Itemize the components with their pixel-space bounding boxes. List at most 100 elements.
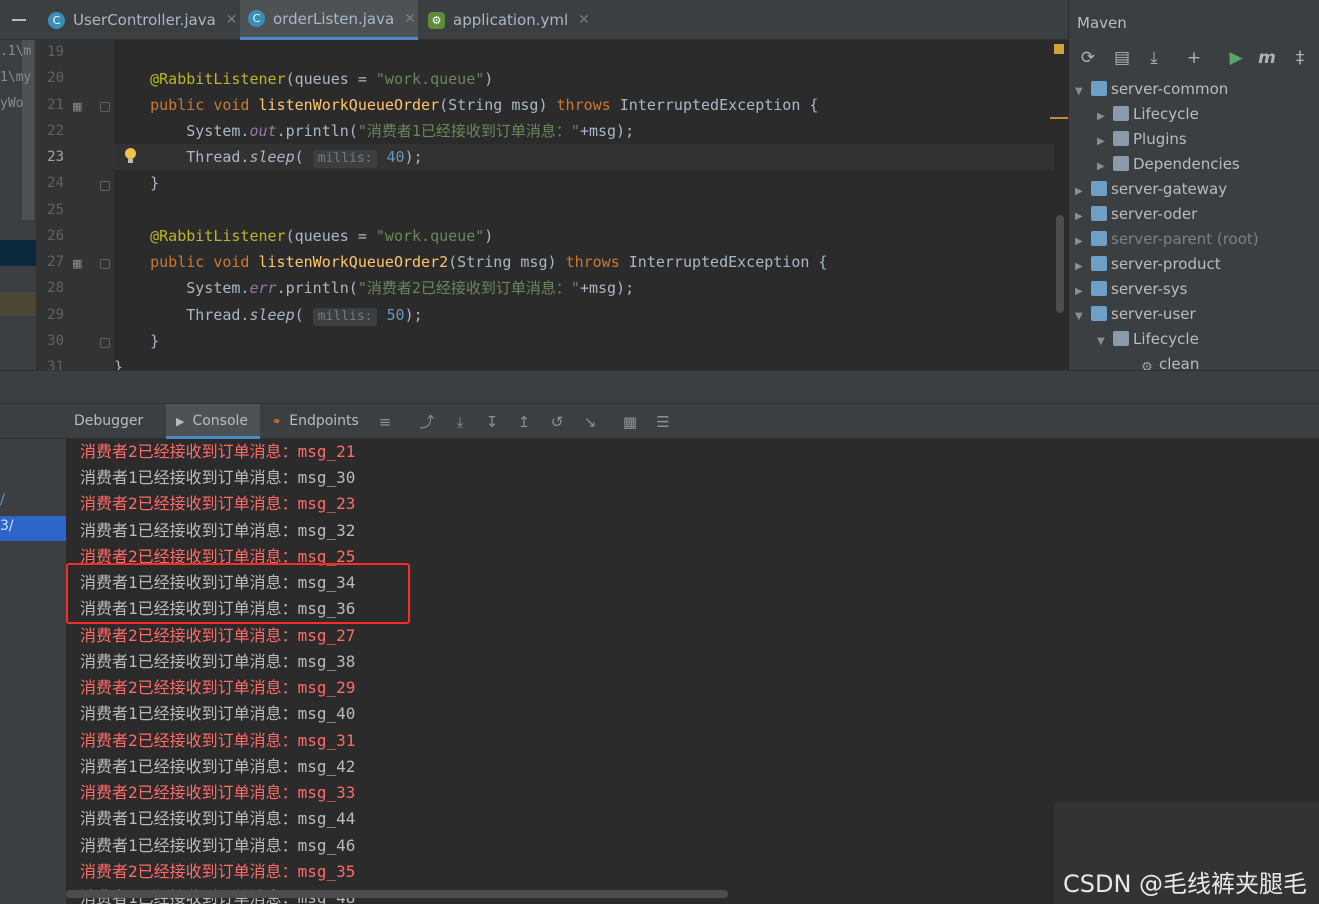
maven-node-server-sys[interactable]: ▶ server-sys: [1075, 277, 1187, 302]
console-line: 消费者1已经接收到订单消息：msg_44: [80, 809, 356, 828]
maven-node-server-oder[interactable]: ▶ server-oder: [1075, 202, 1197, 227]
close-icon[interactable]: ✕: [404, 11, 416, 27]
string-literal: "work.queue": [375, 70, 485, 88]
console-output[interactable]: 消费者2已经接收到订单消息：msg_21 消费者1已经接收到订单消息：msg_3…: [66, 439, 1054, 904]
close-icon[interactable]: ✕: [226, 12, 238, 28]
node-label: server-common: [1111, 80, 1229, 98]
run-icon[interactable]: ▶: [1225, 46, 1247, 70]
code-line-23: Thread.sleep( millis: 40);: [114, 144, 1054, 170]
tab-label: UserController.java: [73, 11, 216, 29]
frame-fragment[interactable]: 3/: [0, 518, 14, 534]
keyword: public: [150, 253, 205, 271]
rabbit-listener-gutter-icon[interactable]: ▦: [72, 100, 82, 113]
line-number: 20: [47, 70, 64, 86]
keyword: throws: [556, 96, 611, 114]
toggle-offline-icon[interactable]: ‡: [1289, 46, 1311, 70]
frame-fragment[interactable]: /: [0, 492, 5, 508]
line-number: 29: [47, 307, 64, 323]
maven-node-clean[interactable]: ⚙ clean: [1139, 352, 1199, 370]
collapse-arrow-icon[interactable]: ▶: [1075, 204, 1091, 229]
tab-endpoints[interactable]: ⚭ Endpoints: [272, 404, 372, 439]
step-into-icon[interactable]: ↧: [481, 411, 503, 433]
maven-node-lifecycle[interactable]: ▶ Lifecycle: [1097, 102, 1199, 127]
minimize-icon[interactable]: [0, 0, 38, 40]
maven-node-server-gateway[interactable]: ▶ server-gateway: [1075, 177, 1227, 202]
node-label: Lifecycle: [1133, 330, 1199, 348]
lightbulb-icon[interactable]: [124, 148, 136, 164]
collapse-arrow-icon[interactable]: ▶: [1097, 154, 1113, 179]
expand-arrow-icon[interactable]: ▼: [1075, 79, 1091, 104]
download-icon[interactable]: ⤓: [1143, 46, 1165, 70]
maven-node-server-user[interactable]: ▼ server-user: [1075, 302, 1196, 327]
tab-application-yml[interactable]: ⚙ application.yml ✕: [420, 0, 592, 40]
menu-icon[interactable]: ≡: [374, 411, 396, 433]
editor-scrollbar[interactable]: [1050, 40, 1068, 370]
close-icon[interactable]: ✕: [578, 12, 590, 28]
add-icon[interactable]: +: [1183, 46, 1205, 70]
tree-fragment[interactable]: .1\m: [0, 44, 36, 59]
scrollbar-thumb[interactable]: [1056, 215, 1064, 313]
step-over-icon[interactable]: ⤓: [449, 411, 471, 433]
expand-arrow-icon[interactable]: ▼: [1097, 329, 1113, 354]
tree-fragment[interactable]: 1\my: [0, 70, 36, 85]
tab-debugger[interactable]: Debugger: [74, 404, 164, 439]
fold-icon[interactable]: [100, 338, 110, 348]
param-hint: millis:: [312, 150, 378, 168]
project-scrollbar[interactable]: [22, 40, 34, 220]
generate-sources-icon[interactable]: ▤: [1111, 46, 1133, 70]
plugins-folder-icon: [1113, 131, 1129, 146]
tree-selection: [0, 240, 36, 266]
tree-fragment[interactable]: yWo: [0, 96, 36, 111]
expand-arrow-icon[interactable]: ▼: [1075, 304, 1091, 329]
tab-console[interactable]: ▶ Console: [166, 404, 260, 439]
maven-node-server-common[interactable]: ▼ server-common: [1075, 77, 1228, 102]
run-to-cursor-icon[interactable]: ↘: [579, 411, 601, 433]
warning-marker[interactable]: [1050, 117, 1068, 119]
fold-icon[interactable]: [100, 259, 110, 269]
warning-indicator-icon[interactable]: [1054, 44, 1064, 54]
code-token: }: [150, 332, 160, 350]
collapse-arrow-icon[interactable]: ▶: [1075, 229, 1091, 254]
maven-node-server-parent[interactable]: ▶ server-parent (root): [1075, 227, 1259, 252]
fold-icon[interactable]: [100, 102, 110, 112]
tab-user-controller[interactable]: C UserController.java ✕: [40, 0, 238, 40]
lifecycle-folder-icon: [1113, 331, 1129, 346]
code-token: =: [348, 227, 376, 245]
node-label: Plugins: [1133, 130, 1187, 148]
collapse-arrow-icon[interactable]: ▶: [1075, 254, 1091, 279]
tab-order-listen[interactable]: C orderListen.java ✕: [240, 0, 418, 40]
node-label: server-product: [1111, 255, 1221, 273]
panel-divider[interactable]: [0, 370, 1319, 404]
fold-icon[interactable]: [100, 181, 110, 191]
console-line: 消费者1已经接收到订单消息：msg_38: [80, 652, 356, 671]
collapse-arrow-icon[interactable]: ▶: [1075, 179, 1091, 204]
maven-node-dependencies[interactable]: ▶ Dependencies: [1097, 152, 1240, 177]
keyword: public: [150, 96, 205, 114]
drop-frame-icon[interactable]: ↺: [546, 411, 568, 433]
method-call: sleep: [249, 148, 295, 166]
maven-toolbar: ⟳ ▤ ⤓ + ▶ m ‡: [1069, 42, 1319, 74]
code-line-22: System.out.println("消费者1已经接收到订单消息："+msg)…: [114, 118, 1054, 144]
maven-node-server-product[interactable]: ▶ server-product: [1075, 252, 1221, 277]
code-editor[interactable]: @RabbitListener(queues = "work.queue") p…: [114, 40, 1054, 370]
collapse-arrow-icon[interactable]: ▶: [1075, 279, 1091, 304]
maven-goal-icon[interactable]: m: [1256, 46, 1278, 70]
console-horizontal-scrollbar[interactable]: [66, 890, 728, 898]
show-execution-point-icon[interactable]: ⤴: [416, 411, 438, 433]
collapse-arrow-icon[interactable]: ▶: [1097, 104, 1113, 129]
tab-label: application.yml: [453, 11, 569, 29]
field: err: [249, 279, 277, 297]
trace-icon[interactable]: ☰: [652, 411, 674, 433]
code-line-30: }: [114, 328, 1054, 354]
string-literal: "work.queue": [375, 227, 485, 245]
console-line: 消费者1已经接收到订单消息：msg_40: [80, 704, 356, 723]
step-out-icon[interactable]: ↥: [513, 411, 535, 433]
maven-node-plugins[interactable]: ▶ Plugins: [1097, 127, 1187, 152]
tab-label: orderListen.java: [273, 9, 395, 28]
maven-module-icon: [1091, 231, 1107, 246]
reload-icon[interactable]: ⟳: [1077, 46, 1099, 70]
rabbit-listener-gutter-icon[interactable]: ▦: [72, 257, 82, 270]
maven-node-lifecycle-user[interactable]: ▼ Lifecycle: [1097, 327, 1199, 352]
evaluate-expression-icon[interactable]: ▦: [619, 411, 641, 433]
collapse-arrow-icon[interactable]: ▶: [1097, 129, 1113, 154]
